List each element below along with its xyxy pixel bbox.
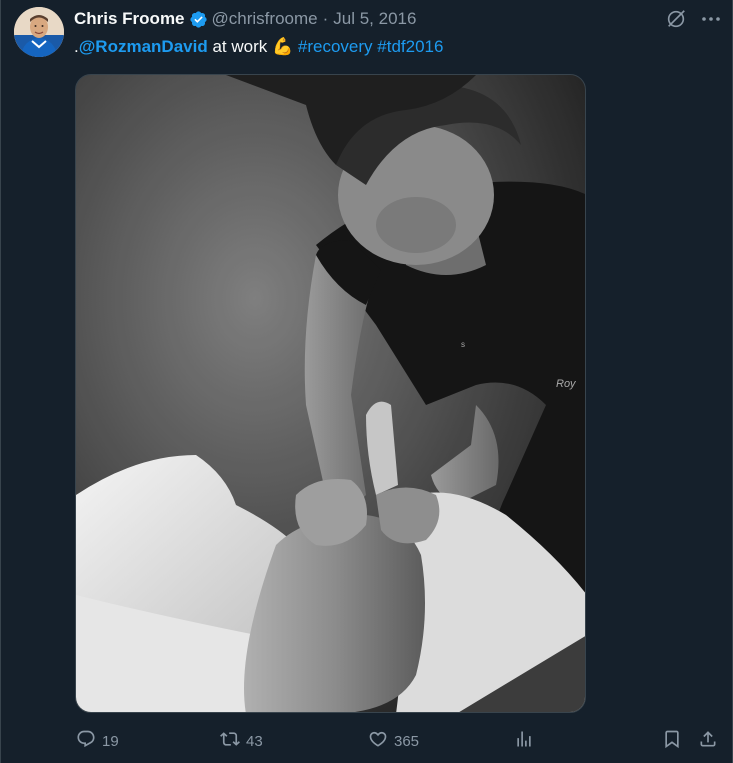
- retweet-count: 43: [246, 732, 263, 750]
- retweet-icon: [220, 729, 240, 753]
- bookmark-button[interactable]: [662, 727, 682, 755]
- hashtag-tdf2016[interactable]: #tdf2016: [377, 37, 443, 56]
- verified-badge-icon[interactable]: [189, 10, 208, 29]
- svg-text:Roy: Roy: [556, 378, 577, 390]
- svg-text:s: s: [461, 340, 465, 349]
- like-count: 365: [394, 732, 420, 750]
- views-icon: [514, 729, 534, 753]
- retweet-button[interactable]: 43: [220, 727, 263, 755]
- tweet-card[interactable]: Chris Froome @chrisfroome · Jul 5, 2016 …: [0, 0, 733, 763]
- like-button[interactable]: 365: [368, 727, 419, 755]
- share-button[interactable]: [698, 727, 718, 755]
- hashtag-recovery[interactable]: #recovery: [298, 37, 373, 56]
- bookmark-icon: [662, 729, 682, 753]
- text-middle: at work: [207, 37, 272, 56]
- action-bar: 19 43 365: [74, 727, 724, 755]
- more-icon[interactable]: [699, 8, 723, 30]
- separator-dot: ·: [322, 9, 329, 28]
- mention-link[interactable]: @RozmanDavid: [79, 37, 208, 56]
- reply-icon: [76, 729, 96, 753]
- tweet-header: Chris Froome @chrisfroome · Jul 5, 2016: [74, 8, 416, 30]
- views-button[interactable]: [514, 727, 534, 755]
- heart-icon: [368, 729, 388, 753]
- grok-icon[interactable]: [665, 8, 687, 30]
- left-border: [0, 0, 1, 763]
- user-handle[interactable]: @chrisfroome: [212, 9, 318, 29]
- tweet-text: .@RozmanDavid at work 💪 #recovery #tdf20…: [74, 35, 443, 59]
- share-icon: [698, 729, 718, 753]
- reply-button[interactable]: 19: [76, 727, 119, 755]
- tweet-date[interactable]: Jul 5, 2016: [333, 9, 416, 29]
- avatar[interactable]: [14, 7, 64, 57]
- reply-count: 19: [102, 732, 119, 750]
- display-name[interactable]: Chris Froome: [74, 9, 185, 29]
- flexed-biceps-emoji: 💪: [271, 37, 294, 56]
- tweet-photo[interactable]: Roy s: [75, 74, 586, 713]
